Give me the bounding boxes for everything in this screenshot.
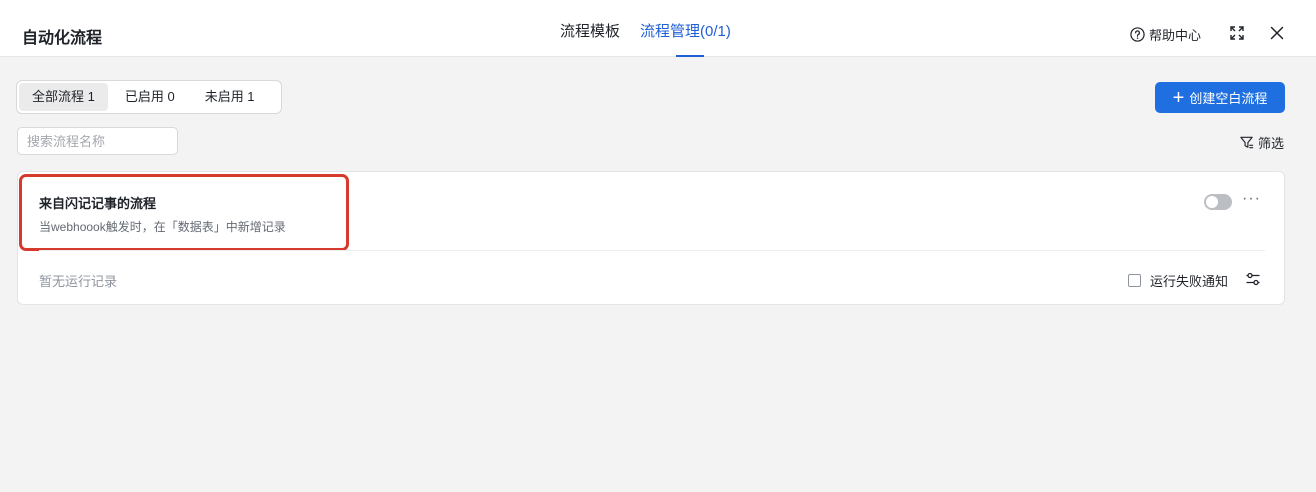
- tab-templates[interactable]: 流程模板: [560, 0, 620, 57]
- status-filter-segment: 全部流程 1 已启用 0 未启用 1: [16, 80, 282, 114]
- help-center-link[interactable]: 帮助中心: [1130, 25, 1201, 44]
- plus-icon: +: [1172, 86, 1185, 109]
- more-options-icon[interactable]: ···: [1242, 190, 1261, 208]
- card-divider: [39, 250, 1265, 251]
- help-center-label: 帮助中心: [1149, 28, 1202, 43]
- segment-disabled[interactable]: 未启用 1: [192, 83, 268, 111]
- segment-enabled[interactable]: 已启用 0: [112, 83, 188, 111]
- create-blank-flow-button[interactable]: + 创建空白流程: [1155, 82, 1285, 113]
- help-icon: [1130, 27, 1145, 42]
- header: 自动化流程 流程模板 流程管理(0/1) 帮助中心: [0, 0, 1316, 57]
- create-blank-flow-label: 创建空白流程: [1189, 91, 1268, 106]
- failure-notify-option[interactable]: 运行失败通知: [1128, 271, 1228, 290]
- run-status-text: 暂无运行记录: [39, 274, 118, 289]
- flow-enable-toggle[interactable]: [1204, 194, 1232, 210]
- segment-all-flows[interactable]: 全部流程 1: [19, 83, 108, 111]
- filter-button[interactable]: 筛选: [1239, 133, 1284, 152]
- page-title: 自动化流程: [22, 30, 103, 47]
- fullscreen-icon[interactable]: [1228, 24, 1246, 42]
- tab-flow-management[interactable]: 流程管理(0/1): [640, 0, 731, 57]
- tab-bar: 流程模板 流程管理(0/1): [560, 0, 751, 57]
- settings-sliders-icon[interactable]: [1245, 271, 1261, 287]
- failure-notify-checkbox[interactable]: [1128, 274, 1141, 287]
- highlight-box: [19, 174, 349, 251]
- filter-icon: [1240, 136, 1254, 149]
- flow-card[interactable]: 来自闪记记事的流程 当webhoook触发时，在「数据表」中新增记录 ··· 暂…: [17, 171, 1285, 305]
- filter-label: 筛选: [1258, 136, 1285, 151]
- failure-notify-label: 运行失败通知: [1150, 274, 1229, 289]
- close-icon[interactable]: [1268, 24, 1286, 42]
- flow-description: 当webhoook触发时，在「数据表」中新增记录: [39, 220, 286, 234]
- flow-name[interactable]: 来自闪记记事的流程: [39, 193, 156, 212]
- search-input[interactable]: [17, 127, 178, 155]
